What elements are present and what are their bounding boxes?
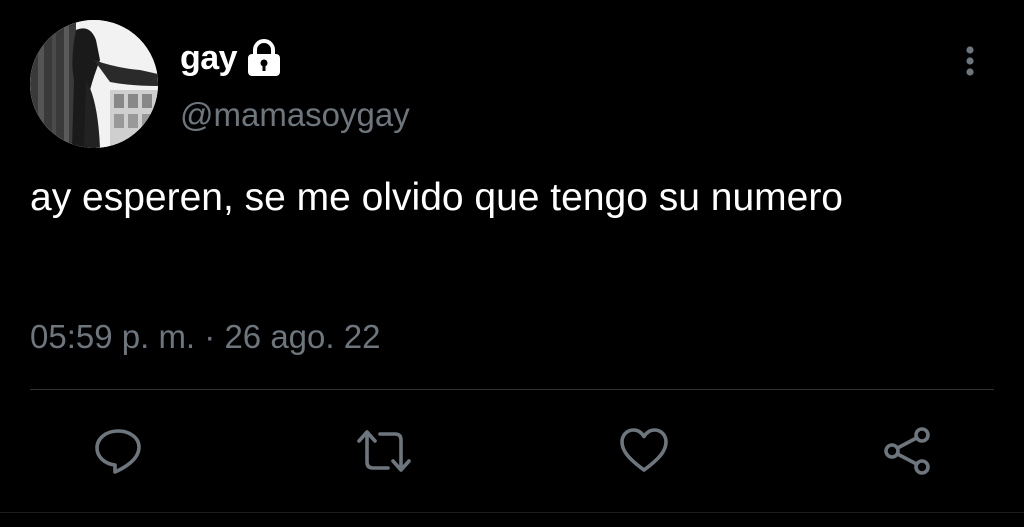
- share-button[interactable]: [882, 426, 932, 476]
- like-button[interactable]: [619, 426, 669, 476]
- tweet-text: ay esperen, se me olvido que tengo su nu…: [30, 176, 844, 219]
- bottom-divider: [0, 512, 1024, 513]
- tweet-timestamp[interactable]: 05:59 p. m. · 26 ago. 22: [30, 318, 380, 356]
- retweet-icon: [357, 430, 411, 472]
- author-handle[interactable]: @mamasoygay: [180, 96, 410, 134]
- share-icon: [884, 427, 930, 475]
- reply-icon: [95, 429, 141, 474]
- tweet-time: 05:59 p. m.: [30, 318, 196, 355]
- heart-icon: [620, 428, 668, 472]
- reply-button[interactable]: [93, 426, 143, 476]
- avatar[interactable]: [30, 20, 158, 148]
- tweet-date: 26 ago. 22: [224, 318, 381, 355]
- tweet-card: gay @mamasoygay ay esperen, se me olvido…: [0, 0, 1024, 527]
- retweet-button[interactable]: [356, 426, 412, 476]
- display-name[interactable]: gay: [180, 39, 238, 78]
- author-name-row: gay: [180, 36, 283, 80]
- divider: [30, 389, 994, 390]
- more-vertical-icon[interactable]: [956, 44, 984, 80]
- timestamp-separator: ·: [204, 318, 216, 355]
- lock-icon: [245, 38, 283, 78]
